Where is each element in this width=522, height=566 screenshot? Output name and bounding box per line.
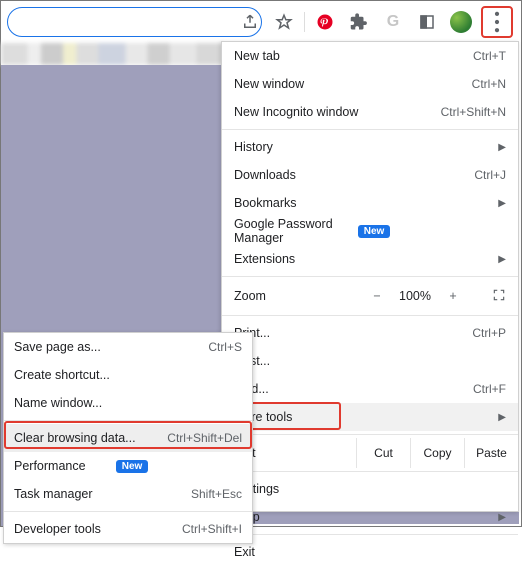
shortcut: Shift+Esc — [191, 487, 242, 501]
share-icon[interactable] — [236, 8, 264, 36]
menu-cast[interactable]: Cast... — [222, 347, 518, 375]
menu-label: Downloads — [234, 168, 474, 182]
new-badge: New — [116, 460, 149, 473]
shortcut: Ctrl+Shift+Del — [167, 431, 242, 445]
menu-password-manager[interactable]: Google Password Manager New — [222, 217, 518, 245]
menu-label: Print... — [234, 326, 472, 340]
zoom-out-button[interactable]: − — [368, 289, 386, 303]
menu-label: Performance — [14, 459, 108, 473]
menu-label: New tab — [234, 49, 473, 63]
menu-exit[interactable]: Exit — [222, 538, 518, 566]
submenu-create-shortcut[interactable]: Create shortcut... — [4, 361, 252, 389]
star-icon[interactable] — [270, 8, 298, 36]
extensions-icon[interactable] — [345, 8, 373, 36]
menu-label: Clear browsing data... — [14, 431, 167, 445]
menu-label: Task manager — [14, 487, 191, 501]
menu-new-incognito[interactable]: New Incognito window Ctrl+Shift+N — [222, 98, 518, 126]
menu-label: New window — [234, 77, 472, 91]
chevron-right-icon: ▶ — [498, 512, 506, 523]
copy-button[interactable]: Copy — [410, 438, 464, 468]
shortcut: Ctrl+S — [208, 340, 242, 354]
divider — [304, 12, 305, 32]
paste-button[interactable]: Paste — [464, 438, 518, 468]
submenu-save-page[interactable]: Save page as... Ctrl+S — [4, 333, 252, 361]
chevron-right-icon: ▶ — [498, 254, 506, 265]
pinterest-icon[interactable] — [311, 8, 339, 36]
menu-label: Developer tools — [14, 522, 182, 536]
menu-label: Help — [234, 510, 492, 524]
more-icon[interactable] — [481, 6, 513, 38]
menu-history[interactable]: History ▶ — [222, 133, 518, 161]
google-icon[interactable]: G — [379, 8, 407, 36]
menu-zoom: Zoom − 100% + — [222, 280, 518, 312]
separator — [222, 276, 518, 277]
menu-label: Bookmarks — [234, 196, 492, 210]
toolbar: G — [1, 7, 515, 37]
menu-label: Settings — [234, 482, 506, 496]
menu-label: Find... — [234, 382, 473, 396]
menu-new-tab[interactable]: New tab Ctrl+T — [222, 42, 518, 70]
menu-extensions[interactable]: Extensions ▶ — [222, 245, 518, 273]
menu-label: Exit — [234, 545, 506, 559]
submenu-task-manager[interactable]: Task manager Shift+Esc — [4, 480, 252, 508]
chevron-right-icon: ▶ — [498, 198, 506, 209]
shortcut: Ctrl+N — [472, 77, 506, 91]
shortcut: Ctrl+P — [472, 326, 506, 340]
menu-bookmarks[interactable]: Bookmarks ▶ — [222, 189, 518, 217]
menu-edit: Edit Cut Copy Paste — [222, 438, 518, 468]
separator — [222, 129, 518, 130]
shortcut: Ctrl+T — [473, 49, 506, 63]
separator — [222, 434, 518, 435]
submenu-clear-browsing-data[interactable]: Clear browsing data... Ctrl+Shift+Del — [4, 424, 252, 452]
chevron-right-icon: ▶ — [498, 142, 506, 153]
zoom-in-button[interactable]: + — [444, 289, 462, 303]
menu-find[interactable]: Find... Ctrl+F — [222, 375, 518, 403]
menu-label: Extensions — [234, 252, 492, 266]
separator — [222, 315, 518, 316]
shortcut: Ctrl+Shift+N — [441, 105, 506, 119]
cut-button[interactable]: Cut — [356, 438, 410, 468]
separator — [222, 534, 518, 535]
separator — [4, 511, 252, 512]
menu-label: New Incognito window — [234, 105, 441, 119]
menu-new-window[interactable]: New window Ctrl+N — [222, 70, 518, 98]
menu-label: Cast... — [234, 354, 506, 368]
avatar[interactable] — [447, 8, 475, 36]
separator — [222, 471, 518, 472]
menu-label: Google Password Manager — [234, 217, 350, 245]
menu-label: Create shortcut... — [14, 368, 242, 382]
separator — [4, 420, 252, 421]
menu-downloads[interactable]: Downloads Ctrl+J — [222, 161, 518, 189]
menu-settings[interactable]: Settings — [222, 475, 518, 503]
menu-label: More tools — [234, 410, 492, 424]
chrome-main-menu: New tab Ctrl+T New window Ctrl+N New Inc… — [221, 41, 519, 512]
zoom-value: 100% — [394, 289, 436, 303]
menu-label: Name window... — [14, 396, 242, 410]
submenu-developer-tools[interactable]: Developer tools Ctrl+Shift+I — [4, 515, 252, 543]
shortcut: Ctrl+J — [474, 168, 506, 182]
menu-label: History — [234, 140, 492, 154]
submenu-performance[interactable]: Performance New — [4, 452, 252, 480]
fullscreen-icon[interactable] — [492, 288, 506, 305]
blurred-content — [1, 43, 223, 65]
new-badge: New — [358, 225, 391, 238]
menu-label: Zoom — [234, 289, 360, 303]
menu-label: Save page as... — [14, 340, 208, 354]
shortcut: Ctrl+F — [473, 382, 506, 396]
menu-print[interactable]: Print... Ctrl+P — [222, 319, 518, 347]
more-tools-submenu: Save page as... Ctrl+S Create shortcut..… — [3, 332, 253, 544]
chevron-right-icon: ▶ — [498, 412, 506, 423]
reader-icon[interactable] — [413, 8, 441, 36]
shortcut: Ctrl+Shift+I — [182, 522, 242, 536]
menu-more-tools[interactable]: More tools ▶ — [222, 403, 518, 431]
submenu-name-window[interactable]: Name window... — [4, 389, 252, 417]
